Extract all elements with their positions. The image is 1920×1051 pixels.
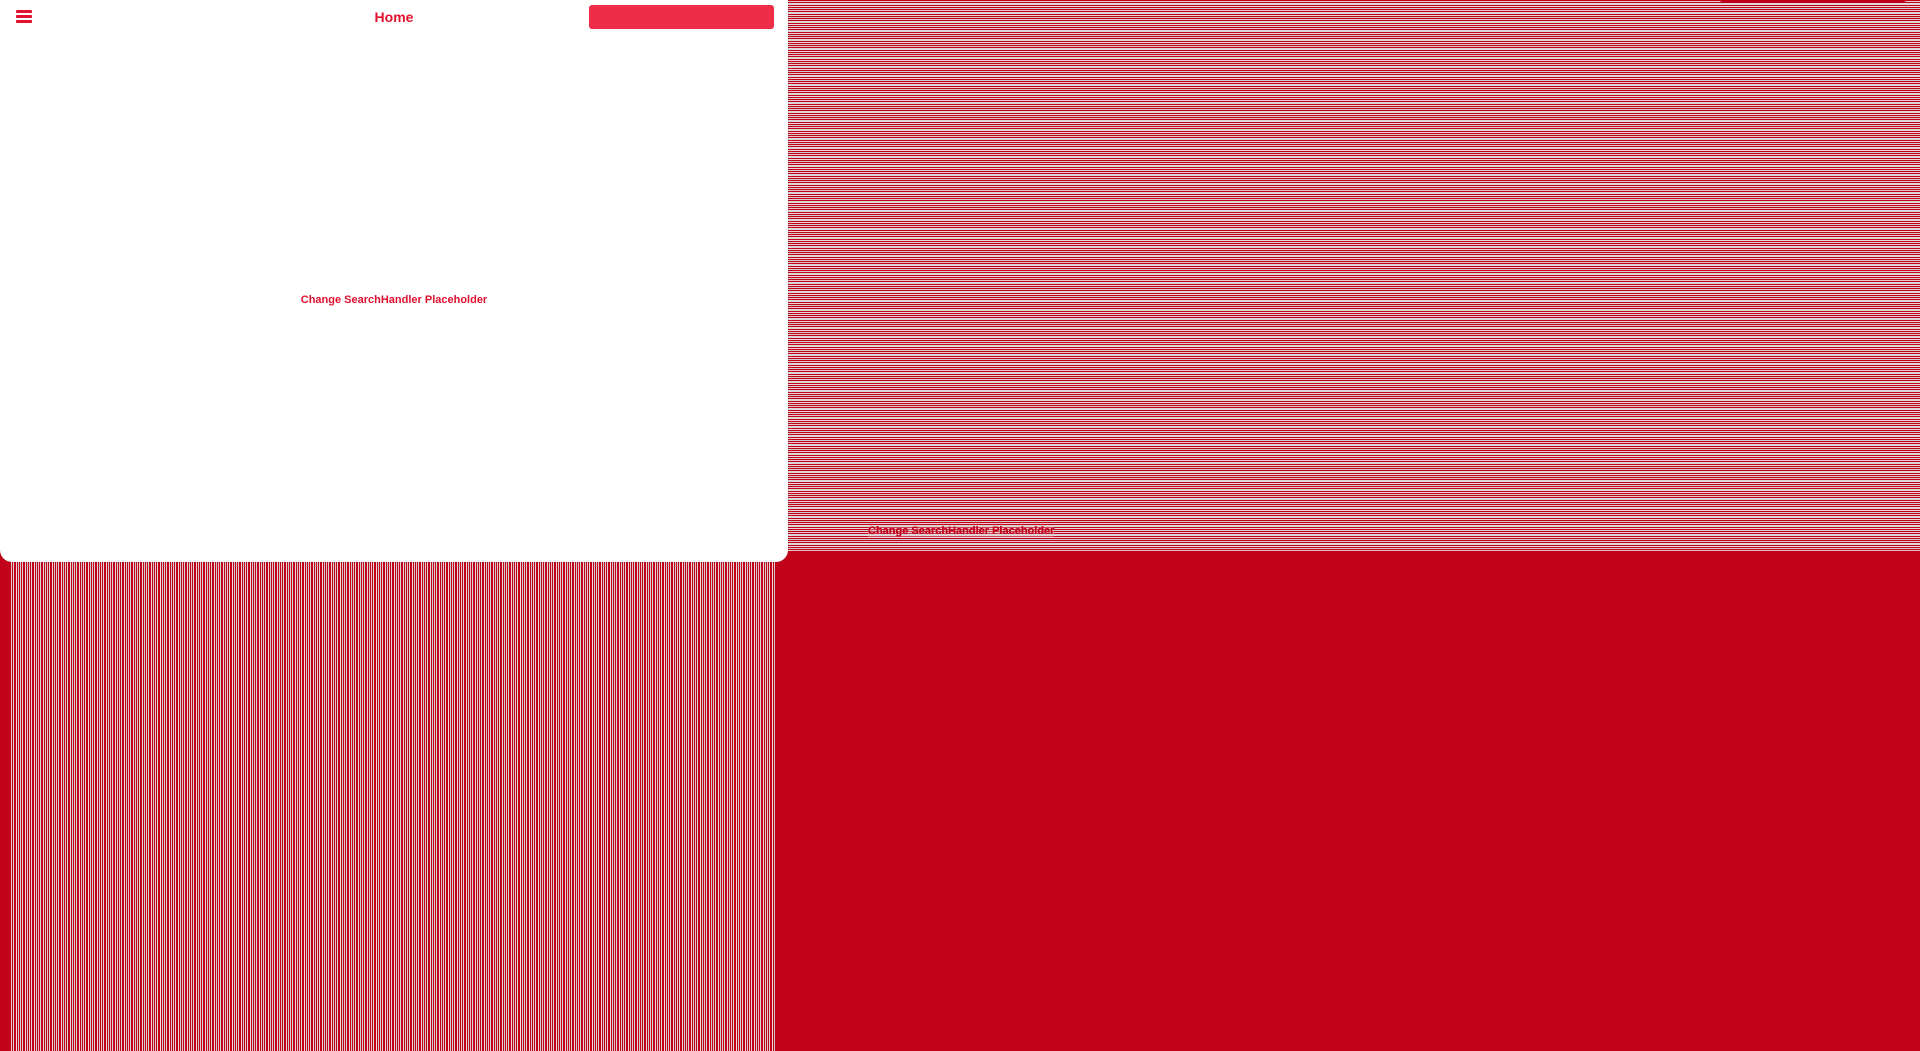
background-striped-area <box>784 0 1920 551</box>
navigation-header: Home <box>0 0 788 36</box>
content-placeholder-label: Change SearchHandler Placeholder <box>300 294 488 306</box>
background-placeholder-label: Change SearchHandler Placeholder <box>868 525 1055 537</box>
main-panel: Home Change SearchHandler Placeholder <box>0 0 788 562</box>
app-window: Change SearchHandler Placeholder Home Ch… <box>0 0 1920 1051</box>
search-input[interactable] <box>589 5 774 29</box>
background-striped-area-lower <box>10 560 775 1051</box>
top-edge-tab <box>1720 0 1906 2</box>
